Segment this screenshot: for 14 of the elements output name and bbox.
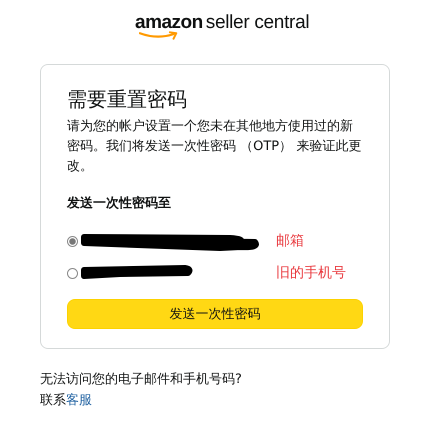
brand-name: amazon xyxy=(135,12,203,34)
annotation-text: 邮箱 xyxy=(276,232,304,250)
smile-arrow-icon xyxy=(139,31,179,40)
support-link[interactable]: 客服 xyxy=(66,393,92,408)
page-title: 需要重置密码 xyxy=(67,86,188,113)
contact-text: 联系客服 xyxy=(40,392,93,410)
send-otp-button[interactable]: 发送一次性密码 xyxy=(67,299,363,329)
description-text: 请为您的帐户设置一个您未在其他地方使用过的新密码。我们将发送一次性密码 （OTP） 来验证此更改。 xyxy=(67,118,362,176)
options-label: 发送一次性密码至 xyxy=(67,195,172,213)
radio-button[interactable] xyxy=(67,236,78,246)
annotation-text: 旧的手机号 xyxy=(276,264,346,282)
product-name: seller central xyxy=(206,12,310,34)
help-question: 无法访问您的电子邮件和手机号码? xyxy=(40,371,243,389)
radio-button[interactable] xyxy=(67,268,78,278)
